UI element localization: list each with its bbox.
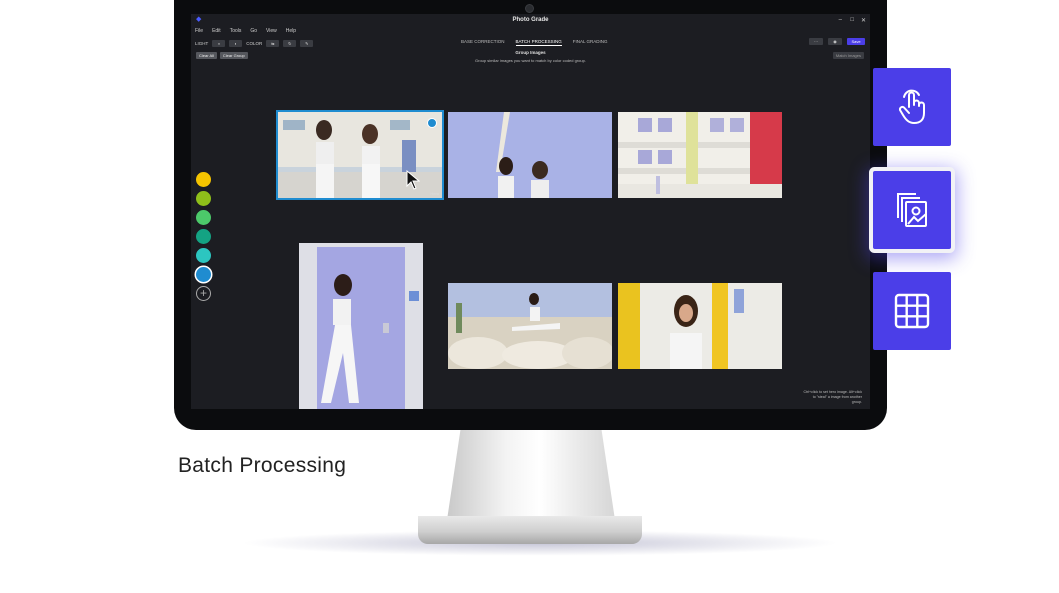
menu-edit[interactable]: Edit — [212, 28, 221, 38]
app-window: ◆ Photo Grade – □ ✕ File Edit Tools Go V… — [191, 14, 870, 409]
save-button[interactable]: Save — [847, 38, 865, 45]
camera-icon — [525, 4, 534, 13]
monitor: ◆ Photo Grade – □ ✕ File Edit Tools Go V… — [174, 0, 887, 430]
feature-grid-button[interactable] — [873, 272, 951, 350]
light-label: LIGHT — [195, 40, 209, 46]
menu-view[interactable]: View — [266, 28, 277, 38]
minimize-icon[interactable]: – — [839, 17, 842, 23]
grid-icon — [894, 293, 930, 329]
maximize-icon[interactable]: □ — [850, 17, 854, 23]
image-thumbnail-2[interactable] — [448, 112, 612, 198]
temperature-button[interactable]: ⇆ — [266, 39, 280, 47]
swatch-teal[interactable] — [196, 229, 211, 244]
toolbar: LIGHT ◑ ◐ COLOR ⇆ ↻ ✎ — [195, 38, 314, 48]
image-thumbnail-1[interactable]: Hero — [276, 110, 444, 200]
feature-image-stack-button[interactable] — [873, 171, 951, 249]
edit-icon[interactable]: ✎ — [300, 39, 314, 47]
image-thumbnail-3[interactable] — [618, 112, 782, 198]
tab-base-correction[interactable]: BASE CORRECTION — [461, 39, 505, 46]
selected-indicator-icon — [427, 118, 437, 128]
swatch-lime[interactable] — [196, 191, 211, 206]
photo-two-women-sky — [448, 112, 612, 198]
app-title: Photo Grade — [512, 17, 549, 23]
group-images-title: Group Images — [515, 50, 546, 55]
image-thumbnail-6[interactable] — [618, 283, 782, 369]
swatch-green[interactable] — [196, 210, 211, 225]
color-label: COLOR — [246, 40, 263, 46]
caption-title: Batch Processing — [178, 454, 347, 477]
menu-bar: File Edit Tools Go View Help — [195, 28, 296, 38]
photo-woman-walking-door — [299, 243, 423, 409]
right-toolbar: ··· ◉ Save — [809, 38, 865, 45]
tab-batch-processing[interactable]: BATCH PROCESSING — [515, 39, 562, 46]
swatch-yellow[interactable] — [196, 172, 211, 187]
more-button[interactable]: ··· — [809, 38, 823, 45]
image-stack-icon — [897, 193, 927, 227]
touch-hand-icon — [898, 89, 925, 124]
contrast-button[interactable]: ◐ — [229, 39, 243, 47]
swatch-cyan[interactable] — [196, 248, 211, 263]
mode-tabs: BASE CORRECTION BATCH PROCESSING FINAL G… — [461, 39, 608, 46]
tab-final-grading[interactable]: FINAL GRADING — [573, 39, 608, 46]
image-thumbnail-4[interactable] — [299, 243, 423, 409]
menu-help[interactable]: Help — [286, 28, 296, 38]
stage: ◆ Photo Grade – □ ✕ File Edit Tools Go V… — [0, 0, 1059, 593]
photo-woman-rocks — [448, 283, 612, 369]
swatch-blue[interactable] — [196, 267, 211, 282]
menu-file[interactable]: File — [195, 28, 203, 38]
hero-hint-text: Ctrl+click to set hero image. Alt+click … — [803, 390, 862, 404]
color-group-swatches: + — [196, 172, 211, 301]
mouse-cursor-icon — [406, 170, 420, 190]
menu-tools[interactable]: Tools — [230, 28, 242, 38]
menu-go[interactable]: Go — [250, 28, 257, 38]
match-images-button[interactable]: Match Images — [832, 52, 864, 59]
monitor-stand-base — [418, 516, 642, 544]
image-thumbnail-5[interactable] — [448, 283, 612, 369]
eye-icon[interactable]: ◉ — [828, 38, 842, 45]
title-bar: ◆ Photo Grade – □ ✕ — [191, 14, 870, 28]
close-icon[interactable]: ✕ — [861, 17, 866, 24]
monitor-stand-neck — [447, 430, 615, 520]
group-images-subtitle: Group similar images you want to match b… — [475, 58, 586, 63]
hero-label: Hero — [430, 191, 439, 196]
feature-touch-button[interactable] — [873, 68, 951, 146]
photo-woman-yellow-wall — [618, 283, 782, 369]
photo-building-facade — [618, 112, 782, 198]
light-mode-button[interactable]: ◑ — [212, 39, 226, 47]
refresh-icon[interactable]: ↻ — [283, 39, 297, 47]
add-group-icon[interactable]: + — [196, 286, 211, 301]
